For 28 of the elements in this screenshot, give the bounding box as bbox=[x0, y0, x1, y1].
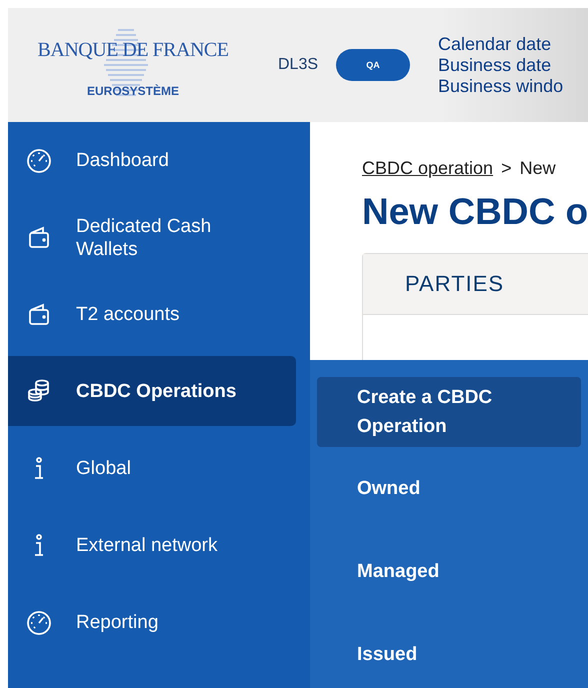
submenu-item[interactable]: Issued bbox=[317, 613, 581, 688]
breadcrumb-current: New bbox=[520, 158, 556, 179]
breadcrumb-separator: > bbox=[501, 158, 512, 179]
sidebar-item[interactable]: External network bbox=[8, 507, 296, 584]
coins-icon bbox=[26, 378, 52, 404]
submenu-item[interactable]: Managed bbox=[317, 530, 581, 613]
breadcrumb-link[interactable]: CBDC operation bbox=[362, 158, 494, 179]
submenu-item[interactable]: Create a CBDC Operation bbox=[317, 377, 581, 447]
wallet-icon bbox=[26, 224, 52, 250]
gauge-icon bbox=[26, 610, 52, 636]
date-label: Calendar date bbox=[438, 34, 552, 54]
environment-label: DL3S bbox=[278, 56, 318, 74]
sidebar-item[interactable]: Dedicated Cash Wallets bbox=[8, 199, 296, 276]
wallet-icon bbox=[26, 302, 52, 328]
sidebar-item[interactable]: T2 accounts bbox=[8, 276, 296, 353]
date-label: Business windo bbox=[438, 76, 564, 96]
section-title: PARTIES bbox=[405, 271, 504, 297]
sidebar-item[interactable]: Reporting bbox=[8, 584, 296, 661]
submenu-item[interactable]: Owned bbox=[317, 447, 581, 530]
gauge-icon bbox=[26, 148, 52, 174]
sidebar-item[interactable]: CBDC Operations bbox=[8, 356, 296, 426]
date-label: Business date bbox=[438, 54, 552, 76]
bank-subtitle: EUROSYSTÈME bbox=[86, 84, 179, 98]
page-title: New CBDC o bbox=[362, 191, 588, 233]
sidebar-item[interactable]: Global bbox=[8, 430, 296, 507]
bank-name: BANQUE DE FRANCE bbox=[38, 38, 228, 62]
environment-badge: QA bbox=[336, 49, 410, 81]
sidebar-item[interactable]: Dashboard bbox=[8, 122, 296, 199]
